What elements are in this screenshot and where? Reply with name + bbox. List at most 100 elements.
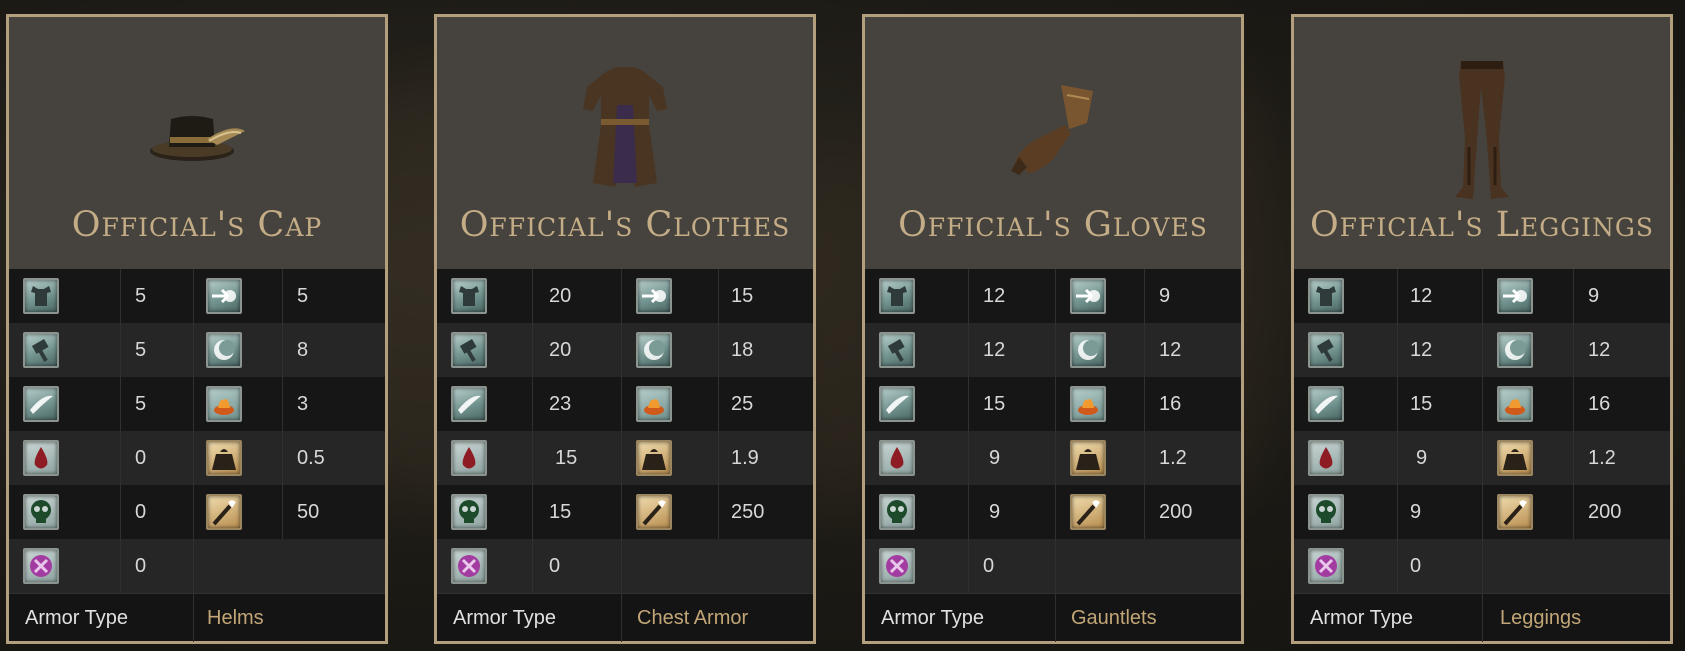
magic-armor-icon [636, 278, 672, 314]
stat-value: 3 [297, 393, 309, 415]
bleed-resist-icon [23, 440, 59, 476]
stat-value: 18 [731, 339, 754, 361]
stat-value: 0 [135, 555, 147, 577]
stat-value: 12 [983, 285, 1006, 307]
stat-value: 0 [135, 447, 147, 469]
stat-value: 0 [135, 501, 147, 523]
frost-resist-icon [23, 548, 59, 584]
armor-type-label: Armor Type [881, 607, 984, 629]
armor-type-row: Armor Type Gauntlets [865, 593, 1241, 642]
stats-table: 5 5 5 8 5 3 0 0.5 0 50 0 [9, 269, 385, 593]
stat-value: 0 [1410, 555, 1422, 577]
stat-value: 16 [1159, 393, 1182, 415]
poise-icon [636, 494, 672, 530]
stat-value: 9 [989, 447, 1001, 469]
bleed-resist-icon [451, 440, 487, 476]
stat-row: 15 16 [1294, 377, 1670, 431]
stat-row: 5 8 [9, 323, 385, 377]
officials-gloves-image [1011, 85, 1093, 175]
poise-icon [1497, 494, 1533, 530]
card-header: Official's Clothes [437, 17, 813, 269]
stat-value: 200 [1159, 501, 1193, 523]
stat-row: 5 3 [9, 377, 385, 431]
poison-resist-icon [23, 494, 59, 530]
physical-armor-icon [1308, 278, 1344, 314]
armor-type-value: Helms [207, 607, 264, 629]
stat-value: 15 [549, 501, 572, 523]
stat-value: 250 [731, 501, 765, 523]
stat-row: 0 [9, 539, 385, 593]
magic-armor-icon [206, 278, 242, 314]
frost-resist-icon [451, 548, 487, 584]
stat-row: 9 1.2 [865, 431, 1241, 485]
moon-armor-icon [1497, 332, 1533, 368]
stat-row: 0 [437, 539, 813, 593]
physical-armor-icon [879, 278, 915, 314]
stat-value: 1.2 [1588, 447, 1616, 469]
stats-table: 20 15 20 18 23 25 15 1.9 15 250 0 [437, 269, 813, 593]
physical-armor-icon [23, 278, 59, 314]
stat-row: 0 50 [9, 485, 385, 539]
card-title: Official's Cap [71, 205, 323, 245]
moon-armor-icon [1070, 332, 1106, 368]
magic-armor-icon [1497, 278, 1533, 314]
stat-value: 16 [1588, 393, 1611, 415]
stat-row: 15 1.9 [437, 431, 813, 485]
officials-cap-image [150, 116, 245, 161]
stat-value: 200 [1588, 501, 1622, 523]
stat-row: 5 5 [9, 269, 385, 323]
stat-value: 20 [549, 285, 572, 307]
card-title: Official's Leggings [1309, 205, 1655, 245]
armor-type-value: Leggings [1500, 607, 1582, 629]
strike-armor-icon [23, 332, 59, 368]
slash-armor-icon [879, 386, 915, 422]
strike-armor-icon [451, 332, 487, 368]
armor-type-value: Gauntlets [1071, 607, 1157, 629]
stat-value: 8 [297, 339, 309, 361]
stat-value: 5 [135, 285, 147, 307]
bleed-resist-icon [879, 440, 915, 476]
stat-value: 9 [1410, 501, 1422, 523]
armor-card-clothes: Official's Clothes 20 15 20 18 23 25 15 … [434, 14, 816, 644]
stat-value: 9 [1159, 285, 1171, 307]
officials-clothes-image [583, 67, 667, 187]
armor-type-row: Armor Type Helms [9, 593, 385, 642]
card-header: Official's Cap [9, 17, 385, 269]
stat-value: 12 [1410, 339, 1433, 361]
armor-type-value: Chest Armor [637, 607, 749, 629]
armor-type-label: Armor Type [1310, 607, 1413, 629]
stat-row: 15 16 [865, 377, 1241, 431]
stat-value: 9 [989, 501, 1001, 523]
stat-value: 12 [1588, 339, 1611, 361]
stat-value: 15 [983, 393, 1006, 415]
frost-resist-icon [879, 548, 915, 584]
stat-row: 12 12 [1294, 323, 1670, 377]
stat-row: 0 0.5 [9, 431, 385, 485]
armor-comparison-page: Official's Cap 5 5 5 8 5 3 0 0.5 0 50 0 … [0, 0, 1685, 651]
poise-icon [206, 494, 242, 530]
armor-card-gloves: Official's Gloves 12 9 12 12 15 16 9 1.2… [862, 14, 1244, 644]
stat-value: 12 [983, 339, 1006, 361]
stat-value: 9 [1416, 447, 1428, 469]
moon-armor-icon [206, 332, 242, 368]
strike-armor-icon [879, 332, 915, 368]
stat-value: 15 [1410, 393, 1433, 415]
fire-armor-icon [1070, 386, 1106, 422]
stat-value: 12 [1410, 285, 1433, 307]
stat-value: 50 [297, 501, 320, 523]
officials-leggings-image [1455, 61, 1509, 199]
armor-card-leggings: Official's Leggings 12 9 12 12 15 16 9 1… [1291, 14, 1673, 644]
stat-value: 1.2 [1159, 447, 1187, 469]
stat-row: 20 15 [437, 269, 813, 323]
stat-row: 0 [1294, 539, 1670, 593]
stat-row: 12 12 [865, 323, 1241, 377]
card-header: Official's Gloves [865, 17, 1241, 269]
poison-resist-icon [879, 494, 915, 530]
stat-value: 1.9 [731, 447, 759, 469]
stat-row: 12 9 [865, 269, 1241, 323]
stat-row: 9 200 [1294, 485, 1670, 539]
stat-row: 12 9 [1294, 269, 1670, 323]
stats-table: 12 9 12 12 15 16 9 1.2 9 200 0 [865, 269, 1241, 593]
stat-row: 23 25 [437, 377, 813, 431]
stat-row: 9 1.2 [1294, 431, 1670, 485]
